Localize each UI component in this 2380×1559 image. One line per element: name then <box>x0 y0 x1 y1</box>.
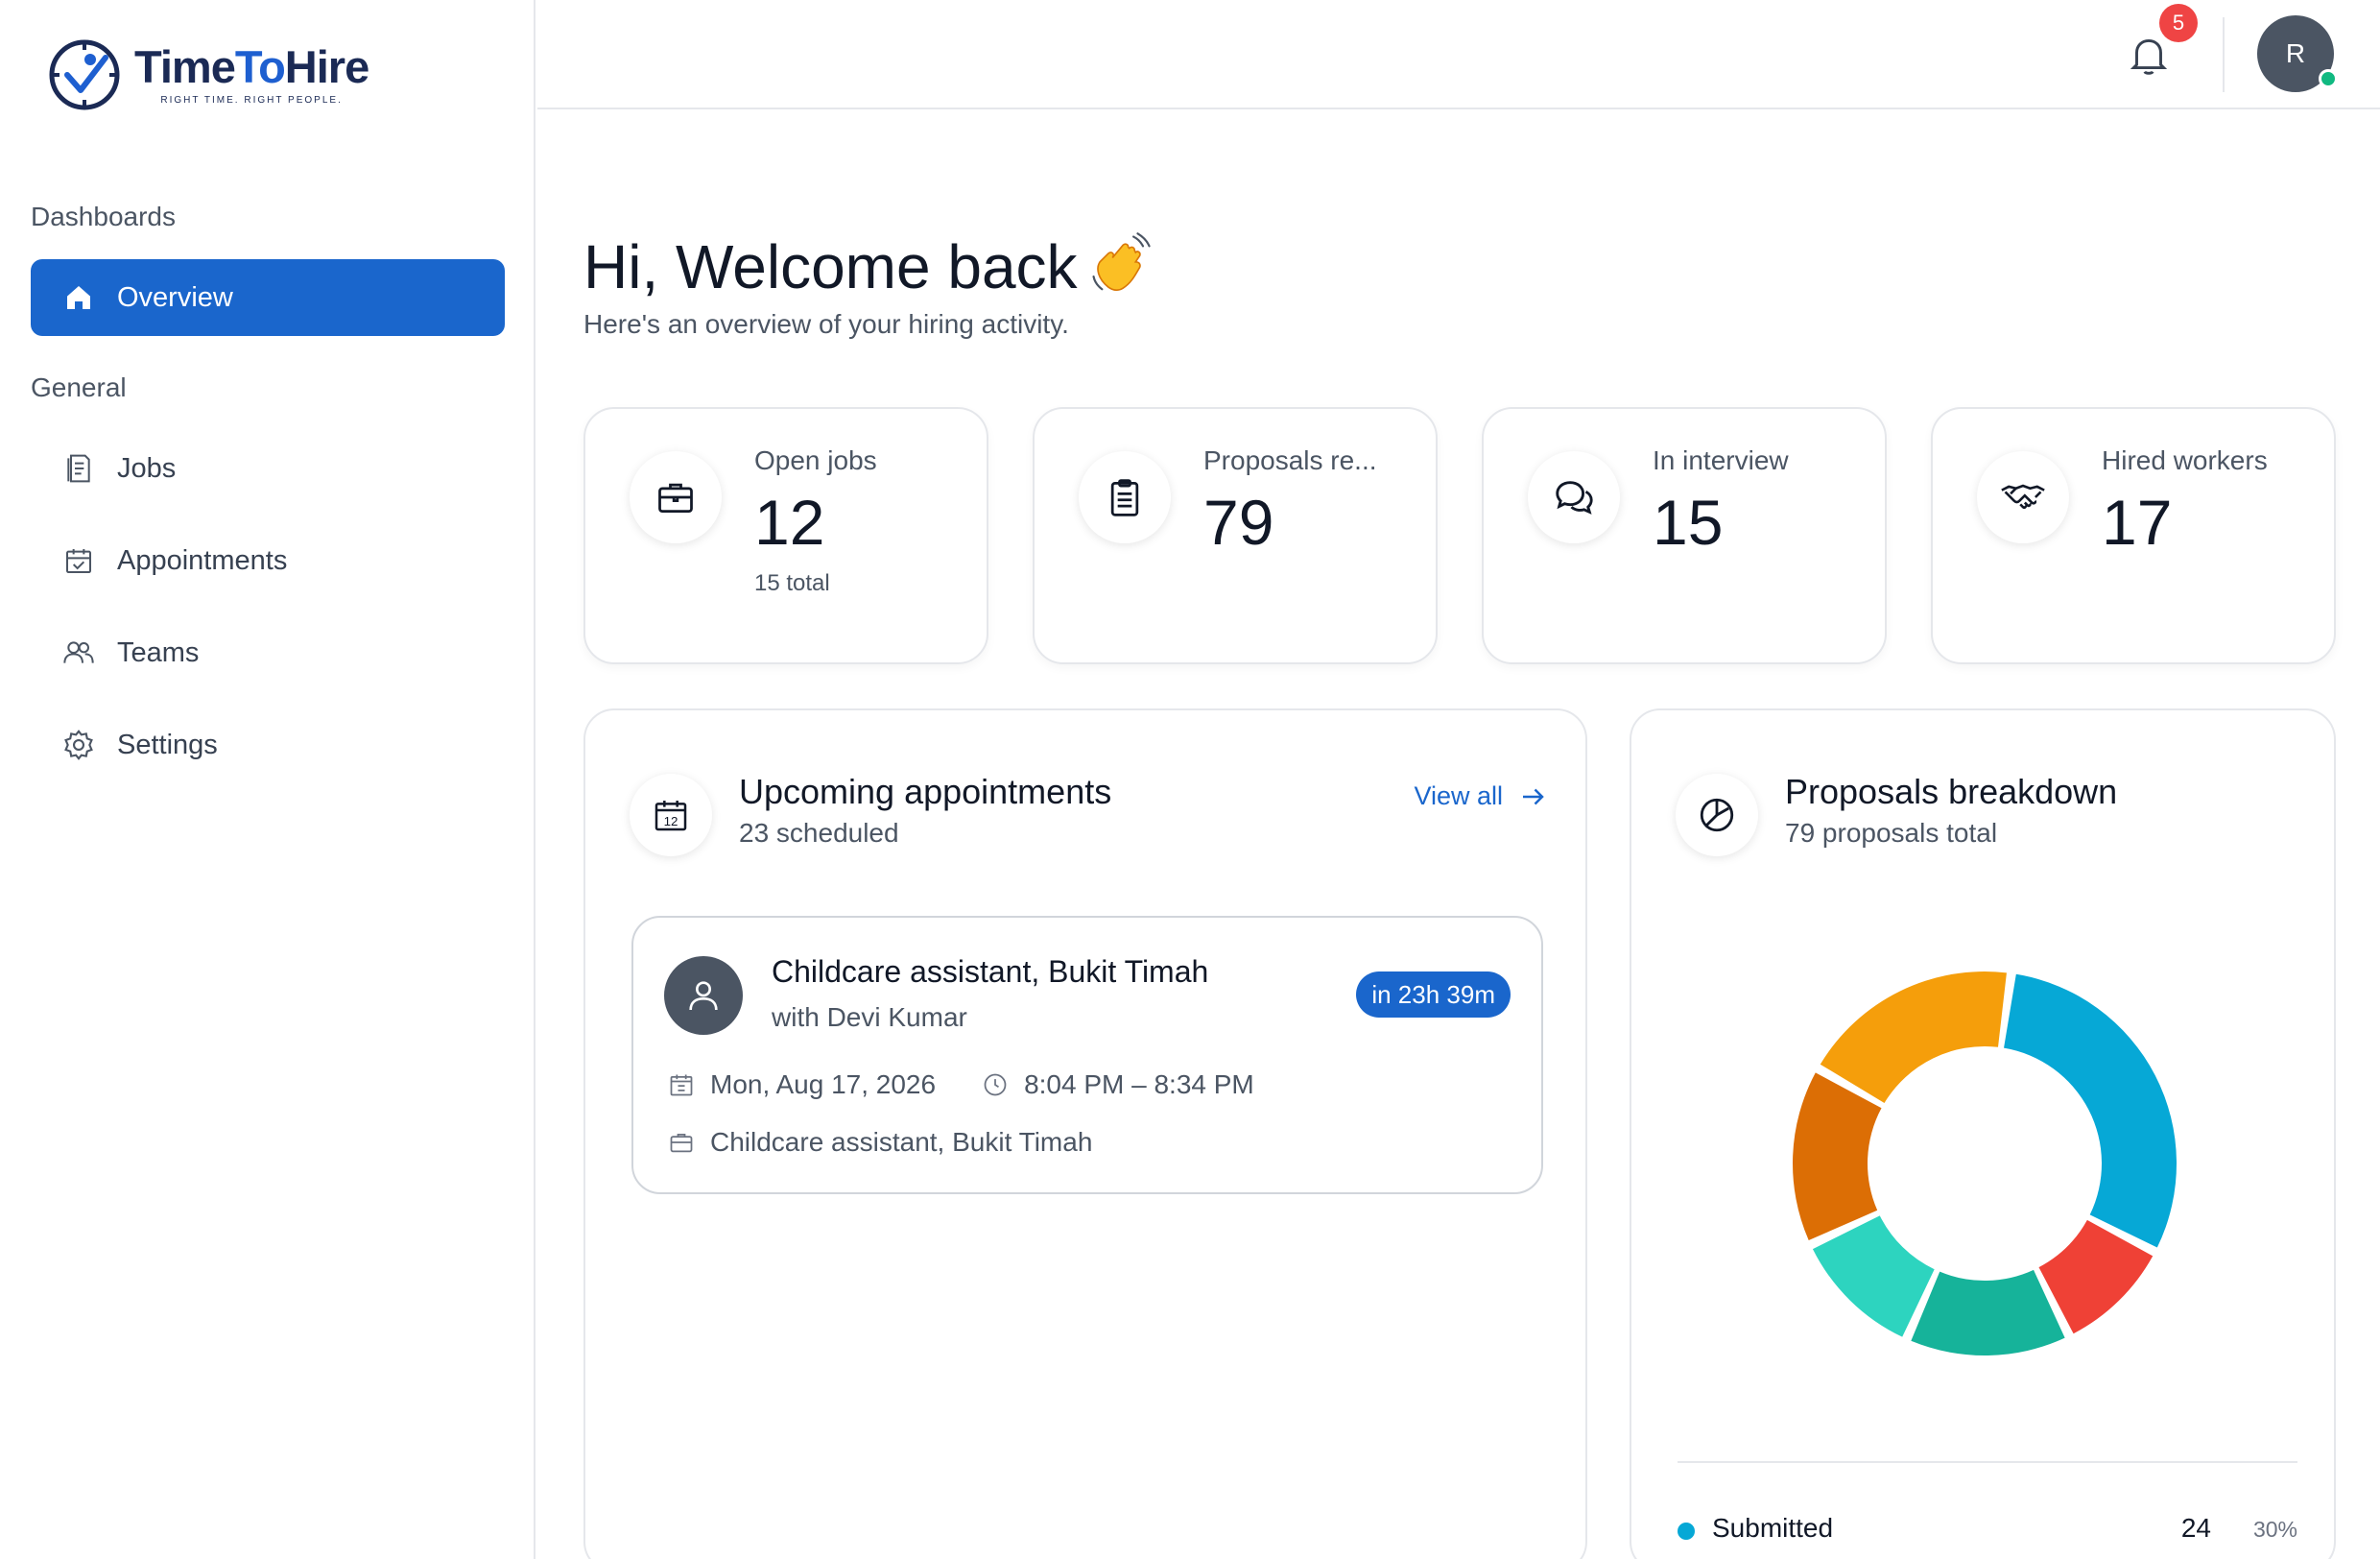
legend-divider <box>1678 1461 2297 1463</box>
legend-dot <box>1678 1523 1695 1540</box>
stat-label: In interview <box>1653 445 1789 475</box>
sidebar-item-label: Teams <box>117 636 200 668</box>
appointment-title: Childcare assistant, Bukit Timah <box>772 954 1209 989</box>
stat-label: Proposals re... <box>1203 445 1377 475</box>
appointment-date: Mon, Aug 17, 2026 <box>710 1069 937 1099</box>
appointment-card[interactable]: Childcare assistant, Bukit Timah with De… <box>631 916 1543 1194</box>
stat-value: 12 <box>754 487 825 558</box>
panel-subtitle: 23 scheduled <box>739 818 899 848</box>
sidebar-item-label: Overview <box>117 281 233 313</box>
sidebar-item-appointments[interactable]: Appointments <box>31 522 505 599</box>
calendar-check-icon <box>61 543 96 578</box>
topbar-divider <box>2223 17 2225 92</box>
arrow-right-icon <box>1523 788 1544 804</box>
proposals-donut-chart <box>1793 971 2177 1355</box>
person-icon <box>664 956 743 1035</box>
page-title: Hi, Welcome back <box>583 230 1154 302</box>
panel-title: Upcoming appointments <box>739 772 1112 811</box>
stat-card-in-interview[interactable]: In interview 15 <box>1482 407 1887 664</box>
donut-segment-3[interactable] <box>1812 1215 1935 1337</box>
clock-icon <box>984 1073 1007 1096</box>
pie-chart-icon <box>1676 774 1758 856</box>
appointment-job: Childcare assistant, Bukit Timah <box>710 1127 1093 1157</box>
top-bar: 5 R <box>537 0 2380 109</box>
proposals-breakdown-panel: Proposals breakdown 79 proposals total S… <box>1630 708 2336 1559</box>
panel-title: Proposals breakdown <box>1785 772 2118 811</box>
handshake-icon <box>1977 451 2069 543</box>
upcoming-appointments-panel: 12 Upcoming appointments 23 scheduled Vi… <box>583 708 1587 1559</box>
sidebar-item-label: Jobs <box>117 452 177 484</box>
brand-logo[interactable]: TimeToHire RIGHT TIME. RIGHT PEOPLE. <box>46 36 369 113</box>
gear-icon <box>61 728 96 762</box>
donut-segment-5[interactable] <box>1820 971 2007 1103</box>
nav-section-general: General <box>31 372 127 402</box>
stat-value: 79 <box>1203 487 1274 558</box>
sidebar-item-label: Settings <box>117 729 218 760</box>
stat-label: Open jobs <box>754 445 877 475</box>
briefcase-small-icon <box>670 1133 693 1153</box>
calendar-icon: 12 <box>630 774 712 856</box>
stat-subtext: 15 total <box>754 570 830 596</box>
clipboard-icon <box>1079 451 1171 543</box>
legend-percent: 30% <box>2252 1517 2297 1542</box>
briefcase-icon <box>630 451 722 543</box>
home-icon <box>61 280 96 315</box>
sidebar-item-teams[interactable]: Teams <box>31 614 505 691</box>
sidebar-item-settings[interactable]: Settings <box>31 707 505 783</box>
sidebar-item-label: Appointments <box>117 544 288 576</box>
online-status-dot <box>2319 69 2338 88</box>
donut-segment-0[interactable] <box>2004 973 2177 1248</box>
appointment-with: with Devi Kumar <box>772 1002 967 1032</box>
document-icon <box>61 451 96 486</box>
stat-label: Hired workers <box>2102 445 2268 475</box>
legend-name: Submitted <box>1712 1513 1834 1543</box>
logo-clock-icon <box>49 39 120 110</box>
view-all-label: View all <box>1414 781 1503 810</box>
appointment-job-row: Childcare assistant, Bukit Timah <box>668 1127 1092 1158</box>
view-all-link[interactable]: View all <box>1414 781 1547 811</box>
page-subtitle: Here's an overview of your hiring activi… <box>583 309 1069 339</box>
notification-badge: 5 <box>2159 4 2198 42</box>
brand-tagline: RIGHT TIME. RIGHT PEOPLE. <box>160 95 343 106</box>
stat-card-open-jobs[interactable]: Open jobs 12 15 total <box>583 407 988 664</box>
sidebar: TimeToHire RIGHT TIME. RIGHT PEOPLE. Das… <box>0 0 536 1559</box>
stat-value: 17 <box>2102 487 2173 558</box>
stat-card-proposals[interactable]: Proposals re... 79 <box>1033 407 1438 664</box>
sidebar-item-overview[interactable]: Overview <box>31 259 505 336</box>
nav-section-dashboards: Dashboards <box>31 202 176 231</box>
legend-count: 24 <box>2180 1513 2211 1543</box>
users-icon <box>61 636 96 670</box>
chat-bubbles-icon <box>1528 451 1620 543</box>
countdown-badge: in 23h 39m <box>1356 971 1511 1018</box>
panel-subtitle: 79 proposals total <box>1785 818 1998 848</box>
donut-segment-4[interactable] <box>1793 1072 1882 1241</box>
appointment-date-row: Mon, Aug 17, 2026 8:04 PM – 8:34 PM <box>668 1069 1254 1100</box>
appointment-time: 8:04 PM – 8:34 PM <box>1024 1069 1254 1099</box>
sidebar-item-jobs[interactable]: Jobs <box>31 430 505 507</box>
stat-card-hired-workers[interactable]: Hired workers 17 <box>1931 407 2336 664</box>
svg-text:12: 12 <box>664 814 678 828</box>
donut-segment-2[interactable] <box>1911 1269 2065 1355</box>
calendar-small-icon <box>670 1074 693 1096</box>
stat-value: 15 <box>1653 487 1724 558</box>
brand-name: TimeToHire <box>134 41 369 92</box>
waving-hand-icon <box>1092 232 1151 291</box>
